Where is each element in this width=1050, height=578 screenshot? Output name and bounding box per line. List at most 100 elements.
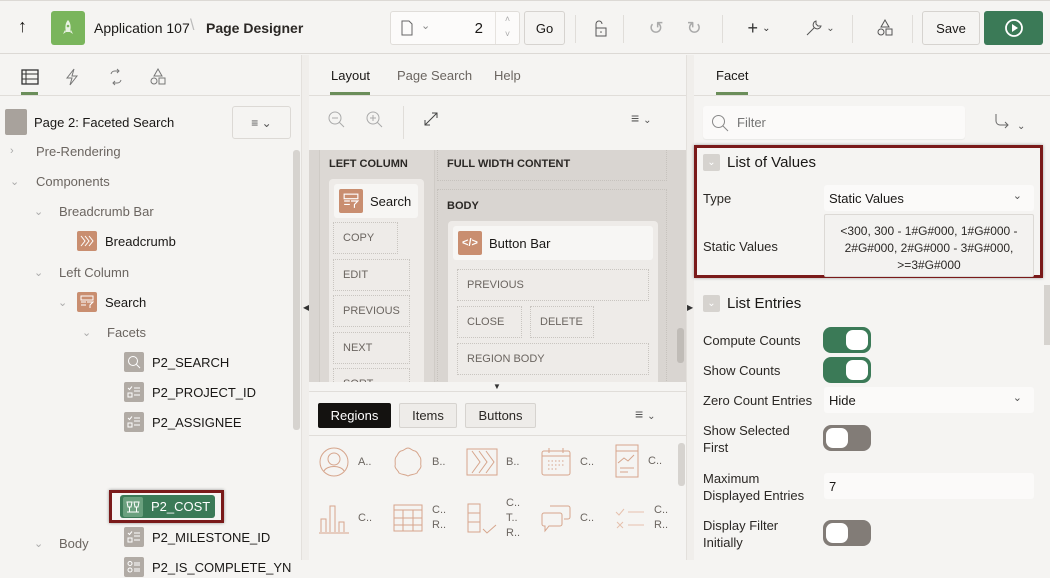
display-filter-initially-toggle[interactable] [823,520,871,546]
chevron-down-icon[interactable]: ⌄ [703,295,720,312]
utilities-menu-button[interactable]: ⌄ [800,16,840,40]
zoom-out-icon[interactable] [328,111,346,129]
tree-node-p2-milestone-id[interactable]: P2_MILESTONE_ID [124,526,270,548]
gallery-tab-buttons[interactable]: Buttons [465,403,536,428]
tree-node-left-column[interactable]: ⌄ Left Column [34,261,129,283]
layout-menu-button[interactable]: ≡ ⌄ [631,110,651,126]
gallery-menu-button[interactable]: ≡ ⌄ [635,406,655,422]
shared-components-icon[interactable] [873,16,897,40]
gallery-tab-items[interactable]: Items [399,403,457,428]
tree-node-p2-project-id[interactable]: P2_PROJECT_ID [124,381,256,403]
gallery-item[interactable]: C.. [540,446,594,478]
left-panel-scrollbar[interactable] [293,150,300,430]
tree-node-breadcrumb-bar[interactable]: ⌄ Breadcrumb Bar [34,200,154,222]
chevron-down-icon[interactable]: ⌄ [10,175,26,188]
slot-close[interactable]: CLOSE [457,306,522,338]
gallery-item[interactable]: C.. [614,443,662,479]
page-spinner[interactable]: ˄ ˅ [495,12,519,44]
filter-field[interactable] [703,106,965,139]
tree-node-pre-rendering[interactable]: › Pre-Rendering [10,140,121,162]
save-button[interactable]: Save [922,11,980,45]
gallery-item[interactable]: C.. R.. [392,502,452,534]
tree-node-facets[interactable]: ⌄ Facets [82,321,146,343]
gallery-tab-regions[interactable]: Regions [318,403,391,428]
slot-delete[interactable]: DELETE [530,306,594,338]
canvas-scrollbar[interactable] [677,328,684,363]
undo-icon[interactable]: ↺ [644,16,668,40]
show-counts-toggle[interactable] [823,357,871,383]
chevron-down-icon[interactable]: ⌄ [34,205,50,218]
slot-previous[interactable]: PREVIOUS [333,295,410,327]
body-area[interactable]: BODY </> Button Bar PREVIOUS CLOSE DELET… [437,189,667,382]
zoom-in-icon[interactable] [366,111,384,129]
tab-page-search[interactable]: Page Search [397,68,472,83]
tree-menu-button[interactable]: ≡ ⌄ [232,106,291,139]
section-list-of-values[interactable]: ⌄ List of Values [703,154,816,171]
filter-input[interactable] [737,115,937,130]
maximum-displayed-entries-input[interactable]: 7 [824,473,1034,499]
processing-tab-icon[interactable] [104,65,128,89]
zero-count-entries-select[interactable]: Hide ⌄ [824,387,1034,413]
search-region[interactable]: Search COPY EDIT PREVIOUS NEXT SORT [329,179,424,382]
dynamic-actions-tab-icon[interactable] [60,65,84,89]
page-selector[interactable]: ⌄ 2 ˄ ˅ [390,11,520,45]
button-bar-header[interactable]: </> Button Bar [453,226,653,260]
compute-counts-toggle[interactable] [823,327,871,353]
run-button[interactable] [984,11,1043,45]
tree-page-node[interactable]: Page 2: Faceted Search [5,109,174,135]
chevron-right-icon[interactable]: › [10,145,26,157]
tree-node-p2-is-complete-yn[interactable]: P2_IS_COMPLETE_YN [124,556,291,578]
tree-node-p2-assignee[interactable]: P2_ASSIGNEE [124,411,242,433]
chevron-down-icon[interactable]: ⌄ [703,154,720,171]
slot-copy[interactable]: COPY [333,222,398,254]
left-column-area[interactable]: LEFT COLUMN Search COPY EDIT PREVIOUS NE… [319,150,435,382]
tree-node-body[interactable]: ⌄ Body [34,532,89,554]
gallery-item[interactable]: A.. [318,446,371,478]
go-to-group-button[interactable]: ⌄ [994,113,1025,132]
page-number-input[interactable]: 2 [475,20,483,37]
collapse-right-icon[interactable]: ▶ [687,303,693,312]
rendering-tab-icon[interactable] [18,65,42,89]
gallery-item[interactable]: B.. [392,446,445,478]
slot-region-body[interactable]: REGION BODY [457,343,649,375]
full-width-content-area[interactable]: FULL WIDTH CONTENT [437,150,667,181]
expand-icon[interactable] [423,111,439,127]
tree-node-breadcrumb[interactable]: Breadcrumb [77,230,176,252]
redo-icon[interactable]: ↻ [682,16,706,40]
tab-facet[interactable]: Facet [716,68,749,83]
tree-node-p2-search[interactable]: P2_SEARCH [124,351,229,373]
shared-components-tab-icon[interactable] [146,65,170,89]
chevron-down-icon[interactable]: ⌄ [58,296,74,309]
show-selected-first-toggle[interactable] [823,425,871,451]
chevron-down-icon[interactable]: ⌄ [34,266,50,279]
static-values-field[interactable]: <300, 300 - 1#G#000, 1#G#000 - 2#G#000, … [824,214,1034,277]
type-select[interactable]: Static Values ⌄ [824,185,1034,211]
gallery-item[interactable]: C.. T.. R.. [466,496,526,541]
search-region-header[interactable]: Search [334,184,418,218]
lock-open-icon[interactable] [588,17,612,41]
chevron-down-icon[interactable]: ⌄ [421,19,430,32]
gallery-item[interactable]: C.. [540,502,594,534]
tree-node-search[interactable]: ⌄ Search [58,291,146,313]
tree-node-components[interactable]: ⌄ Components [10,170,110,192]
gallery-item[interactable]: C.. R.. [614,502,674,534]
chevron-down-icon[interactable]: ⌄ [34,537,50,550]
button-bar-region[interactable]: </> Button Bar PREVIOUS CLOSE DELETE REG… [448,221,658,382]
create-menu-button[interactable]: + ⌄ [742,16,776,40]
gallery-item[interactable]: B.. [466,446,519,478]
app-logo[interactable] [51,11,85,45]
property-scrollbar[interactable] [1044,285,1050,345]
section-list-entries[interactable]: ⌄ List Entries [703,295,801,312]
tab-layout[interactable]: Layout [331,68,370,83]
gallery-scrollbar[interactable] [678,443,685,486]
slot-edit[interactable]: EDIT [333,259,410,291]
breadcrumb-app[interactable]: Application 107 [94,20,190,36]
chevron-down-icon[interactable]: ⌄ [82,326,98,339]
up-arrow-icon[interactable]: ↑ [18,16,27,37]
collapse-gallery-icon[interactable]: ▼ [493,382,501,391]
gallery-item[interactable]: C.. [318,502,372,534]
slot-previous[interactable]: PREVIOUS [457,269,649,301]
slot-next[interactable]: NEXT [333,332,410,364]
slot-sort[interactable]: SORT [333,368,410,382]
tab-help[interactable]: Help [494,68,521,83]
